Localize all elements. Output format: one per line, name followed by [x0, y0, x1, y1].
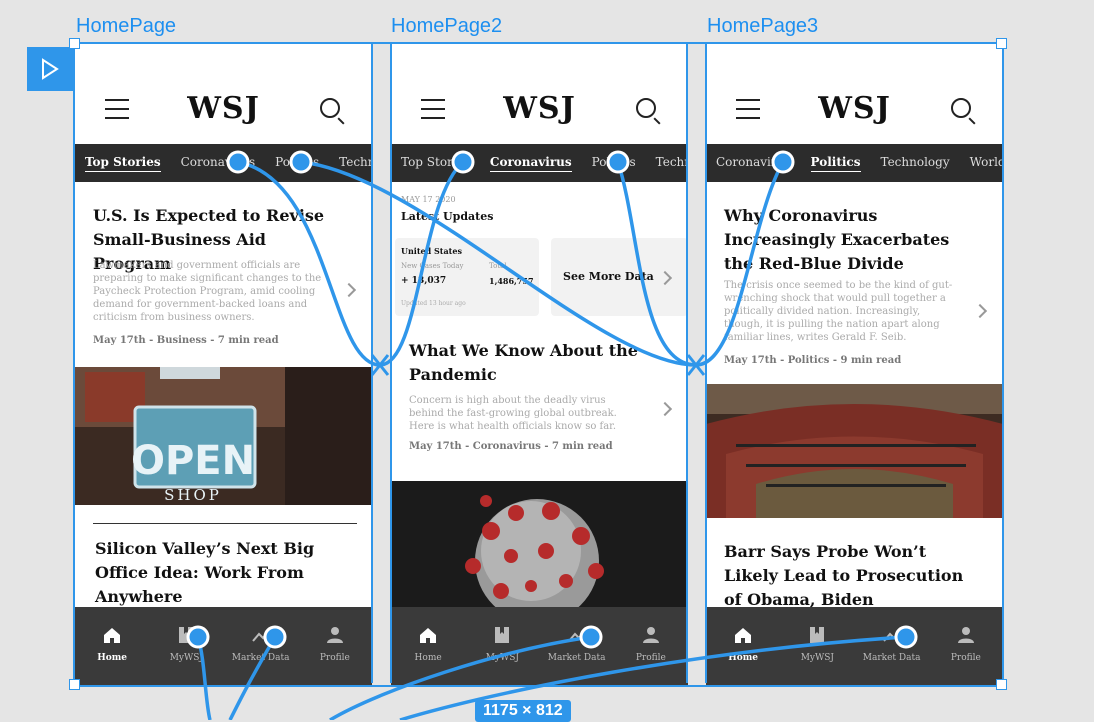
- story-summary: Lawmakers and government officials are p…: [93, 260, 322, 323]
- nav-home[interactable]: Home: [706, 607, 780, 685]
- frame-label-homepage3[interactable]: HomePage3: [707, 15, 818, 38]
- chart-icon: [251, 629, 270, 642]
- chevron-right-icon: [657, 270, 673, 286]
- resize-handle[interactable]: [69, 38, 80, 49]
- bookmark-icon: [810, 627, 825, 643]
- sign-open-text: OPEN: [131, 438, 255, 484]
- category-tabs: CoronavirusPoliticsTechnologyWorld News: [706, 144, 1003, 182]
- story-image-virus[interactable]: [391, 481, 688, 607]
- search-icon[interactable]: [951, 98, 971, 118]
- profile-icon: [957, 627, 974, 643]
- frame-gap-outline: [371, 42, 392, 683]
- nav-profile[interactable]: Profile: [298, 607, 372, 685]
- home-icon: [735, 628, 752, 643]
- resize-handle[interactable]: [996, 679, 1007, 690]
- resize-handle[interactable]: [69, 679, 80, 690]
- resize-handle[interactable]: [996, 38, 1007, 49]
- story-meta: May 17th - Business - 7 min read: [93, 335, 279, 346]
- chart-icon: [882, 629, 901, 642]
- frame-label-homepage2[interactable]: HomePage2: [391, 15, 502, 38]
- chart-icon: [567, 629, 586, 642]
- stats-total-value: 1,486,757: [489, 276, 534, 286]
- bookmark-icon: [495, 627, 510, 643]
- app-header: WSJ: [391, 44, 688, 144]
- home-icon: [104, 628, 121, 643]
- chevron-right-icon[interactable]: [972, 303, 988, 319]
- story-meta: May 17th - Coronavirus - 7 min read: [409, 441, 613, 452]
- frame-gap-outline: [686, 42, 707, 683]
- story-headline[interactable]: Why Coronavirus Increasingly Exacerbates…: [724, 204, 973, 276]
- nav-market-data[interactable]: Market Data: [224, 607, 298, 685]
- frame-homepage2[interactable]: WSJ Top StoriesCoronavirusPoliticsTechno…: [391, 44, 688, 685]
- story-headline-2[interactable]: Silicon Valley’s Next Big Office Idea: W…: [95, 537, 342, 609]
- nav-market-data[interactable]: Market Data: [540, 607, 614, 685]
- stats-updated: Updated 13 hour ago: [401, 300, 466, 307]
- tab-technology[interactable]: Technology: [871, 144, 960, 182]
- tab-top-stories[interactable]: Top Stories: [75, 144, 171, 182]
- tab-coronavirus[interactable]: Coronavirus: [706, 144, 801, 182]
- chevron-right-icon[interactable]: [657, 401, 673, 417]
- stats-total-label: Total: [489, 262, 507, 270]
- frame-homepage3[interactable]: WSJ CoronavirusPoliticsTechnologyWorld N…: [706, 44, 1003, 685]
- stats-new-label: New Cases Today: [401, 262, 464, 270]
- tab-top-stories[interactable]: Top Stories: [391, 144, 480, 182]
- tab-coronavirus[interactable]: Coronavirus: [171, 144, 266, 182]
- story-image-parliament[interactable]: [706, 384, 1003, 518]
- play-icon: [42, 58, 59, 80]
- prototype-play-button[interactable]: [27, 47, 73, 91]
- bottom-nav: Home MyWSJ Market Data Profile: [391, 607, 688, 685]
- stats-card[interactable]: United States New Cases Today Total + 18…: [395, 238, 539, 316]
- selection-size-badge: 1175 × 812: [475, 700, 571, 722]
- see-more-card[interactable]: See More Data: [551, 238, 688, 316]
- nav-home[interactable]: Home: [391, 607, 465, 685]
- chevron-right-icon[interactable]: [341, 282, 357, 298]
- tab-technology[interactable]: Technology: [329, 144, 372, 182]
- tab-politics[interactable]: Politics: [801, 144, 871, 182]
- see-more-label: See More Data: [563, 270, 654, 283]
- profile-icon: [642, 627, 659, 643]
- sign-shop-text: SHOP: [164, 486, 222, 504]
- updates-title: Latest Updates: [401, 210, 494, 223]
- story-headline[interactable]: What We Know About the Pandemic: [409, 339, 658, 387]
- bottom-nav: Home MyWSJ Market Data Profile: [75, 607, 372, 685]
- bookmark-icon: [179, 627, 194, 643]
- tab-world-news[interactable]: World News: [960, 144, 1003, 182]
- nav-profile[interactable]: Profile: [614, 607, 688, 685]
- app-header: WSJ: [706, 44, 1003, 144]
- nav-profile[interactable]: Profile: [929, 607, 1003, 685]
- frame-label-homepage[interactable]: HomePage: [76, 15, 176, 38]
- story-summary: The crisis once seemed to be the kind of…: [724, 280, 953, 343]
- frame-homepage[interactable]: WSJ Top StoriesCoronavirusPoliticsTechno…: [75, 44, 372, 685]
- tab-politics[interactable]: Politics: [265, 144, 329, 182]
- tab-coronavirus[interactable]: Coronavirus: [480, 144, 582, 182]
- app-header: WSJ: [75, 44, 372, 144]
- category-tabs: Top StoriesCoronavirusPoliticsTechnology: [75, 144, 372, 182]
- updates-date: MAY 17 2020: [401, 195, 456, 204]
- story-headline-2[interactable]: Barr Says Probe Won’t Likely Lead to Pro…: [724, 540, 973, 612]
- stats-new-value: + 18,037: [401, 276, 447, 286]
- stats-region: United States: [401, 246, 462, 256]
- nav-mywsj[interactable]: MyWSJ: [149, 607, 223, 685]
- story-image-open-sign[interactable]: OPEN SHOP: [75, 367, 372, 505]
- tab-politics[interactable]: Politics: [582, 144, 646, 182]
- nav-home[interactable]: Home: [75, 607, 149, 685]
- bottom-nav: Home MyWSJ Market Data Profile: [706, 607, 1003, 685]
- story-summary: Concern is high about the deadly virus b…: [409, 395, 617, 432]
- nav-mywsj[interactable]: MyWSJ: [780, 607, 854, 685]
- home-icon: [420, 628, 437, 643]
- tab-technology[interactable]: Technology: [646, 144, 688, 182]
- nav-market-data[interactable]: Market Data: [855, 607, 929, 685]
- divider: [93, 523, 357, 524]
- category-tabs: Top StoriesCoronavirusPoliticsTechnology: [391, 144, 688, 182]
- profile-icon: [326, 627, 343, 643]
- story-meta: May 17th - Politics - 9 min read: [724, 355, 902, 366]
- search-icon[interactable]: [636, 98, 656, 118]
- nav-mywsj[interactable]: MyWSJ: [465, 607, 539, 685]
- search-icon[interactable]: [320, 98, 340, 118]
